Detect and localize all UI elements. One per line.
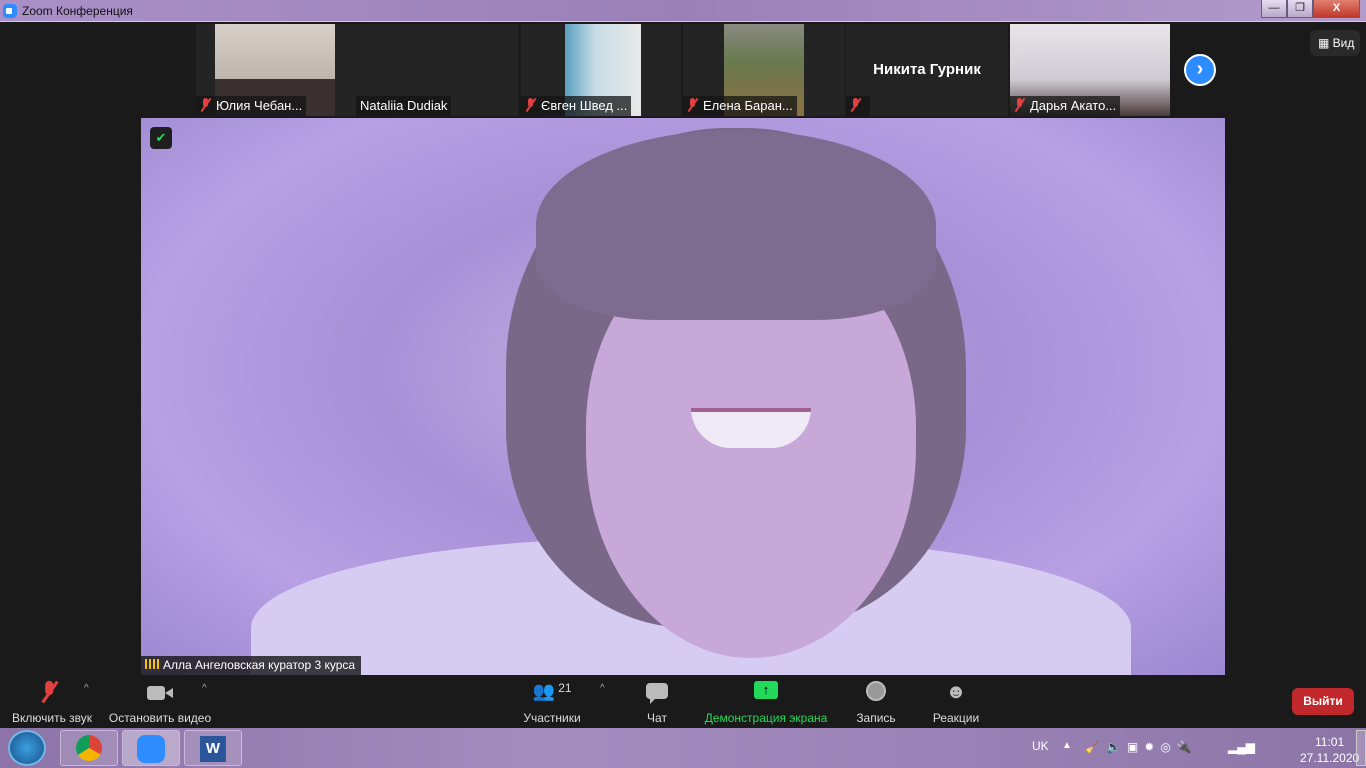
reactions-icon: ☻ <box>945 681 967 703</box>
app-icon: ◎ <box>1160 740 1177 754</box>
clock[interactable]: 11:01 27.11.2020 <box>1300 734 1359 766</box>
camera-icon <box>147 681 173 705</box>
video-options-caret[interactable]: ^ <box>202 683 207 694</box>
chat-icon <box>646 681 668 705</box>
word-icon: W <box>200 736 226 762</box>
tray-icons[interactable]: 🧹🔈▣✹◎🔌 <box>1085 740 1198 754</box>
share-screen-icon: ↑ <box>754 681 778 699</box>
audio-options-caret[interactable]: ^ <box>84 683 89 694</box>
chat-button[interactable]: Чат <box>636 681 678 725</box>
participant-tile[interactable]: Дарья Акато... <box>1010 24 1170 116</box>
active-speaker-video: ✔ Алла Ангеловская куратор 3 курса <box>141 118 1225 675</box>
record-icon <box>866 681 886 701</box>
taskbar-chrome[interactable] <box>60 730 118 766</box>
mic-muted-icon <box>850 98 862 112</box>
start-button-icon[interactable] <box>8 730 46 766</box>
participants-count: 21 <box>558 681 572 695</box>
stop-video-button[interactable]: Остановить видео <box>106 681 214 725</box>
participant-name: Євген Швед ... <box>541 98 628 113</box>
chat-label: Чат <box>647 711 667 725</box>
grid-icon: ▦ <box>1318 36 1333 50</box>
avast-icon: ✹ <box>1144 740 1161 754</box>
participant-tile[interactable]: Nataliia Dudiak <box>356 24 518 116</box>
next-page-button[interactable]: › <box>1184 54 1216 86</box>
participant-tile[interactable]: Євген Швед ... <box>521 24 681 116</box>
video-fringe <box>536 130 936 320</box>
record-button[interactable]: Запись <box>850 681 902 725</box>
taskbar-word[interactable]: W <box>184 730 242 766</box>
speaker-name: Алла Ангеловская куратор 3 курса <box>163 658 356 672</box>
participant-name-large: Никита Гурник <box>873 61 981 78</box>
signal-icon[interactable]: ▂▄▆ <box>1228 740 1255 754</box>
participants-row: 👥 21 <box>518 681 586 705</box>
title-bar: Zoom Конференция — ❐ X <box>0 0 1366 22</box>
minimize-button[interactable]: — <box>1261 0 1287 18</box>
view-label: Вид <box>1332 36 1355 50</box>
windows-taskbar: W UK ▲ 🧹🔈▣✹◎🔌 ▂▄▆ 11:01 27.11.2020 <box>0 728 1366 768</box>
view-button[interactable]: ▦ Вид <box>1310 30 1360 56</box>
language-indicator[interactable]: UK <box>1032 739 1049 753</box>
participants-button[interactable]: 👥 21 Участники <box>518 681 586 725</box>
date: 27.11.2020 <box>1300 751 1360 765</box>
unmute-label: Включить звук <box>11 711 93 725</box>
mic-muted-icon <box>687 98 699 112</box>
participant-tile[interactable]: Никита Гурник <box>846 24 1008 116</box>
participant-name: Юлия Чебан... <box>216 98 303 113</box>
ccleaner-icon: 🧹 <box>1085 740 1106 754</box>
participant-name: Nataliia Dudiak <box>360 98 448 113</box>
reactions-button[interactable]: ☻ Реакции <box>928 681 984 725</box>
window-title: Zoom Конференция <box>22 4 133 18</box>
time: 11:01 <box>1315 735 1345 749</box>
participants-icon: 👥 <box>532 681 555 701</box>
record-label: Запись <box>856 711 896 725</box>
unmute-button[interactable]: Включить звук <box>8 680 96 725</box>
close-button[interactable]: X <box>1313 0 1360 18</box>
participant-name: Елена Баран... <box>703 98 793 113</box>
mic-muted-icon <box>525 98 537 112</box>
show-desktop-button[interactable] <box>1356 730 1366 766</box>
chrome-icon <box>76 735 102 761</box>
restore-button[interactable]: ❐ <box>1287 0 1313 18</box>
signal-bars-icon <box>145 659 159 669</box>
zoom-app-icon <box>137 735 165 763</box>
tray-expand-icon[interactable]: ▲ <box>1062 740 1072 751</box>
participant-tile[interactable]: Елена Баран... <box>683 24 845 116</box>
participants-label: Участники <box>523 711 581 725</box>
zoom-logo-icon <box>3 4 17 18</box>
volume-icon: 🔈 <box>1105 740 1127 754</box>
share-screen-button[interactable]: ↑ Демонстрация экрана <box>700 681 832 725</box>
mic-muted-icon <box>1014 98 1026 112</box>
security-shield-icon[interactable]: ✔ <box>150 127 172 149</box>
stop-video-label: Остановить видео <box>108 711 212 725</box>
taskbar-zoom[interactable] <box>122 730 180 766</box>
participants-caret[interactable]: ^ <box>600 683 605 694</box>
meeting-toolbar: Включить звук ^ Остановить видео ^ 👥 21 … <box>0 675 1366 728</box>
participant-name: Дарья Акато... <box>1030 98 1117 113</box>
speaker-label: Алла Ангеловская куратор 3 курса <box>141 656 362 675</box>
power-icon: 🔌 <box>1176 740 1198 754</box>
mic-muted-icon <box>200 98 212 112</box>
share-screen-label: Демонстрация экрана <box>704 711 828 725</box>
participant-tile[interactable]: Юлия Чебан... <box>196 24 356 116</box>
network-icon: ▣ <box>1126 740 1145 754</box>
mic-muted-icon <box>8 680 96 705</box>
reactions-label: Реакции <box>932 711 980 725</box>
leave-button[interactable]: Выйти <box>1292 688 1354 715</box>
